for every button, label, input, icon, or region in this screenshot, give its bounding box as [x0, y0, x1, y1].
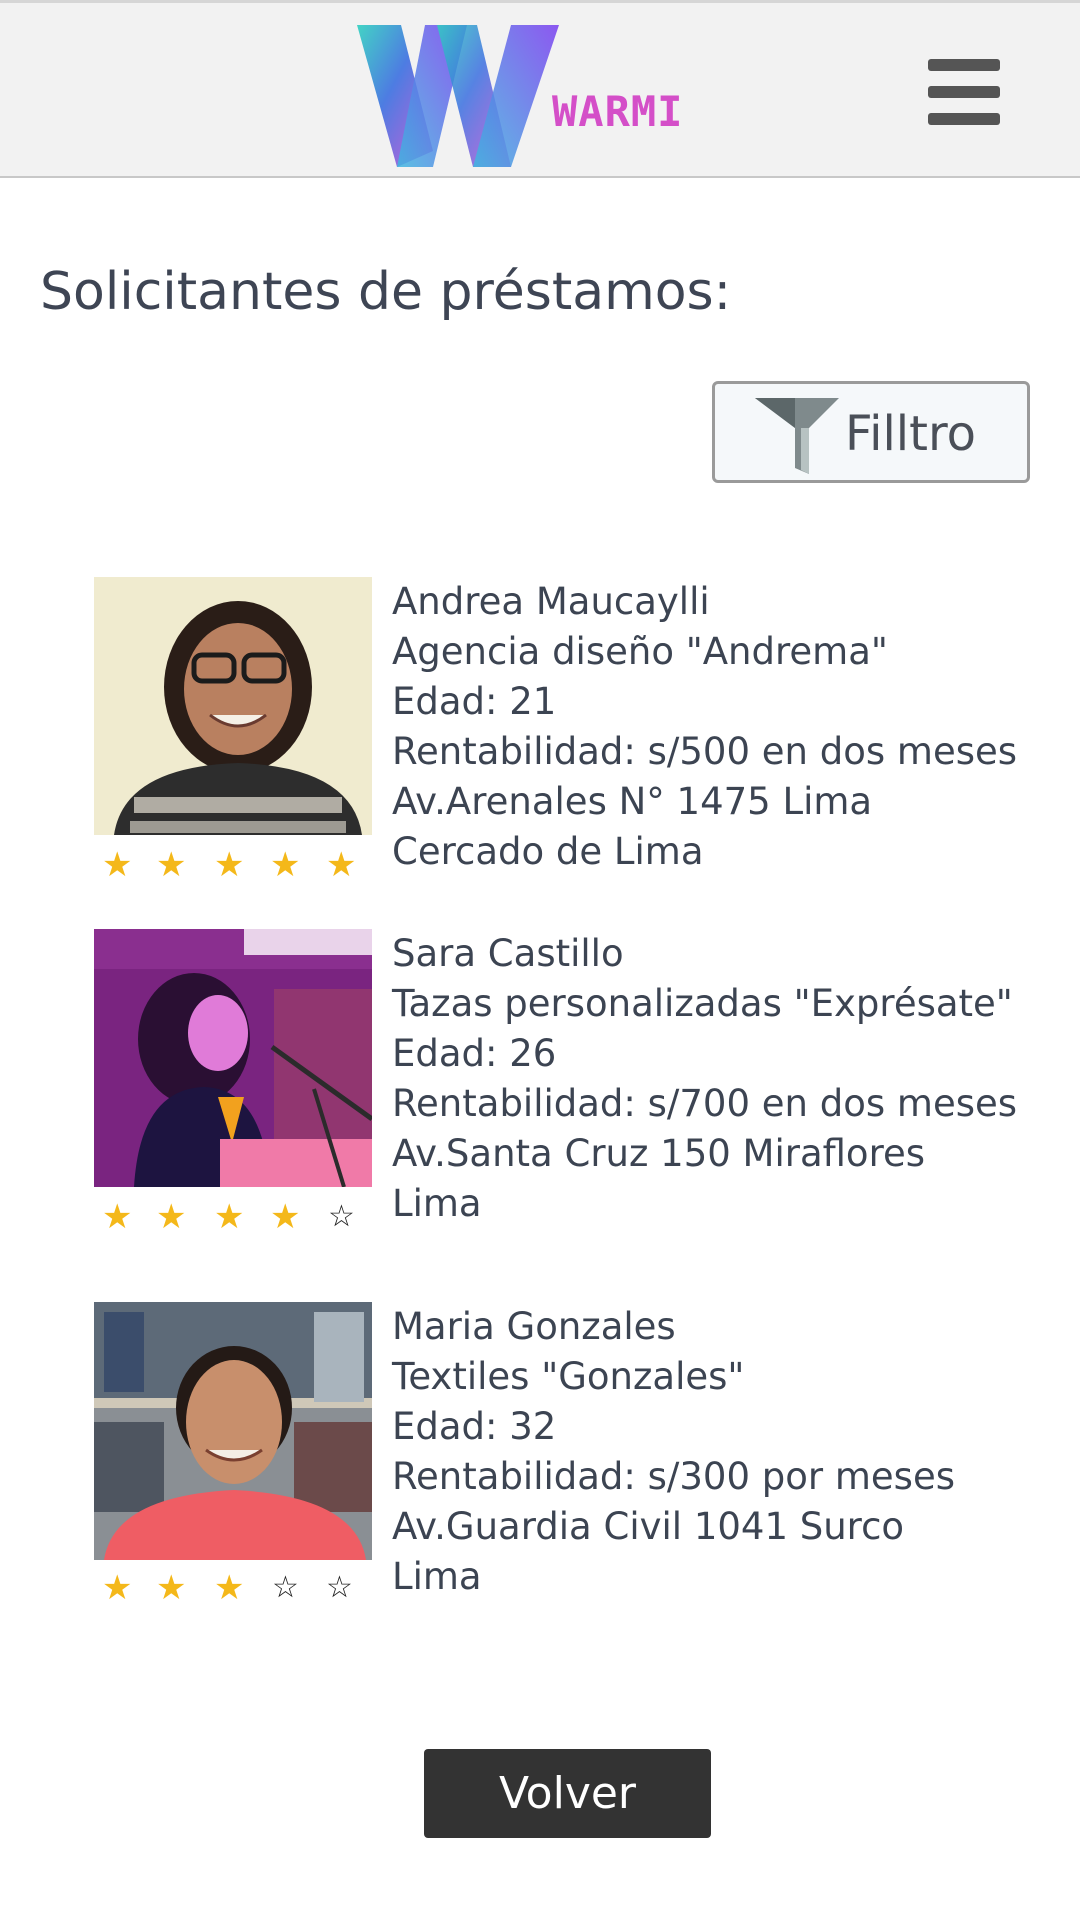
- rating-stars: ★ ★ ★ ☆ ☆: [94, 1568, 384, 1608]
- star-filled-icon: ★: [102, 1568, 133, 1608]
- applicant-age: Edad: 32: [392, 1405, 557, 1448]
- star-filled-icon: ★: [214, 845, 245, 885]
- star-filled-icon: ★: [270, 845, 301, 885]
- star-empty-icon: ☆: [326, 1570, 353, 1605]
- applicant-name: Maria Gonzales: [392, 1305, 676, 1348]
- applicant-address: Av.Santa Cruz 150 Miraflores: [392, 1132, 926, 1175]
- star-filled-icon: ★: [270, 1197, 301, 1237]
- rating-stars: ★ ★ ★ ★ ☆: [94, 1197, 384, 1237]
- applicant-card[interactable]: ★ ★ ★ ★ ★ Andrea Maucaylli Agencia diseñ…: [94, 577, 1024, 897]
- applicant-info: Sara Castillo Tazas personalizadas "Expr…: [392, 929, 1032, 1229]
- rating-stars: ★ ★ ★ ★ ★: [94, 845, 384, 885]
- filter-button[interactable]: Filltro: [712, 381, 1030, 483]
- applicant-address-city: Cercado de Lima: [392, 830, 704, 873]
- star-filled-icon: ★: [102, 1197, 133, 1237]
- applicant-photo: [94, 929, 372, 1187]
- logo-text: WARMI: [552, 87, 684, 136]
- star-filled-icon: ★: [214, 1197, 245, 1237]
- applicant-name: Sara Castillo: [392, 932, 624, 975]
- applicant-profitability: Rentabilidad: s/300 por meses: [392, 1455, 955, 1498]
- applicant-business: Textiles "Gonzales": [392, 1355, 745, 1398]
- star-filled-icon: ★: [326, 845, 357, 885]
- funnel-icon: [755, 398, 839, 474]
- star-filled-icon: ★: [156, 1197, 187, 1237]
- applicant-address-city: Lima: [392, 1182, 482, 1225]
- applicant-address: Av.Guardia Civil 1041 Surco: [392, 1505, 905, 1548]
- filter-label: Filltro: [845, 406, 976, 462]
- page-title: Solicitantes de préstamos:: [40, 262, 732, 322]
- applicant-photo: [94, 1302, 372, 1560]
- applicant-age: Edad: 21: [392, 680, 557, 723]
- applicant-card[interactable]: ★ ★ ★ ☆ ☆ Maria Gonzales Textiles "Gonza…: [94, 1302, 1024, 1622]
- applicant-profitability: Rentabilidad: s/500 en dos meses: [392, 730, 1018, 773]
- applicant-photo: [94, 577, 372, 835]
- applicant-business: Agencia diseño "Andrema": [392, 630, 888, 673]
- applicant-name: Andrea Maucaylli: [392, 580, 710, 623]
- app-header: WARMI: [0, 0, 1080, 178]
- star-empty-icon: ☆: [272, 1570, 299, 1605]
- applicant-address-city: Lima: [392, 1555, 482, 1598]
- star-empty-icon: ☆: [328, 1199, 355, 1234]
- applicant-age: Edad: 26: [392, 1032, 557, 1075]
- applicant-address: Av.Arenales N° 1475 Lima: [392, 780, 873, 823]
- star-filled-icon: ★: [102, 845, 133, 885]
- applicant-info: Maria Gonzales Textiles "Gonzales" Edad:…: [392, 1302, 1032, 1602]
- applicant-card[interactable]: ★ ★ ★ ★ ☆ Sara Castillo Tazas personaliz…: [94, 929, 1024, 1249]
- hamburger-menu-icon[interactable]: [922, 55, 1006, 129]
- applicant-profitability: Rentabilidad: s/700 en dos meses: [392, 1082, 1018, 1125]
- star-filled-icon: ★: [156, 845, 187, 885]
- applicant-business: Tazas personalizadas "Exprésate": [392, 982, 1013, 1025]
- back-button[interactable]: Volver: [424, 1749, 711, 1838]
- star-filled-icon: ★: [214, 1568, 245, 1608]
- applicant-info: Andrea Maucaylli Agencia diseño "Andrema…: [392, 577, 1032, 877]
- star-filled-icon: ★: [156, 1568, 187, 1608]
